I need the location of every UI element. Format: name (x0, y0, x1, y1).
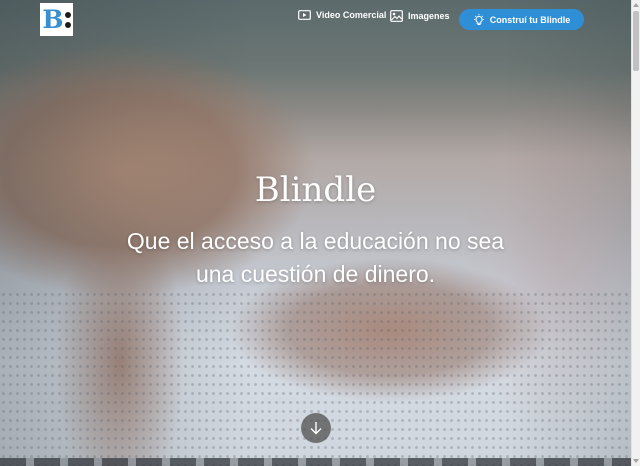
play-icon (298, 10, 311, 20)
nav-imagenes[interactable]: Imagenes (390, 10, 450, 22)
nav-video-comercial[interactable]: Video Comercial (298, 10, 386, 20)
hero-title: Blindle (254, 170, 377, 210)
scroll-down-arrow-icon[interactable] (633, 459, 639, 463)
nav-video-label: Video Comercial (316, 10, 387, 20)
lightbulb-icon (473, 13, 484, 25)
scroll-down-button[interactable] (301, 413, 331, 443)
image-icon (390, 10, 403, 22)
scroll-up-arrow-icon[interactable] (633, 3, 639, 7)
nav-imagenes-label: Imagenes (408, 11, 450, 21)
cta-label: Construí tu Blindle (489, 14, 571, 25)
construi-tu-blindle-button[interactable]: Construí tu Blindle (459, 9, 584, 30)
hero-bottom-edge (0, 458, 631, 466)
logo[interactable]: B (40, 3, 73, 36)
logo-dots-icon (64, 10, 71, 30)
scrollbar-thumb[interactable] (633, 11, 639, 71)
landing-page: B Video Comercial Imagenes Construí tu B… (0, 0, 640, 466)
logo-letter: B (42, 5, 64, 34)
arrow-down-icon (310, 422, 322, 435)
page-scrollbar[interactable] (631, 0, 640, 466)
hero-subtitle: Que el acceso a la educación no sea una … (126, 228, 505, 287)
